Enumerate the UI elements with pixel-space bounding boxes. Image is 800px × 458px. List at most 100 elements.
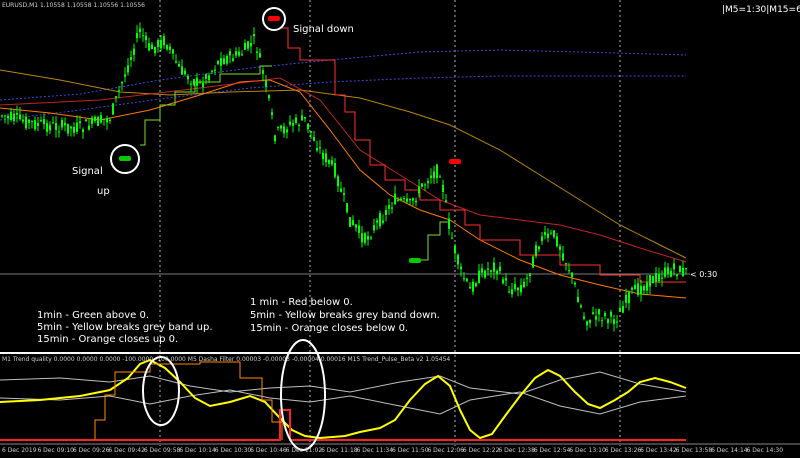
candle-body: [214, 69, 216, 71]
time-axis-label: 6 Dec 12:22: [463, 447, 500, 454]
candle-body: [628, 292, 630, 304]
candle-body: [40, 119, 42, 122]
candle-body: [118, 90, 120, 92]
candle-body: [658, 273, 660, 281]
time-axis-label: 6 Dec 10:46: [250, 447, 287, 454]
candle-body: [226, 56, 228, 64]
candle-body: [370, 237, 372, 239]
candle-body: [562, 253, 564, 261]
candle-body: [253, 34, 255, 37]
candle-body: [583, 316, 585, 319]
candle-body: [574, 282, 576, 285]
time-axis-label: 6 Dec 10:14: [179, 447, 216, 454]
candle-body: [634, 284, 636, 290]
moving-average-red-fast: [282, 27, 686, 283]
candle-body: [301, 115, 303, 121]
candle-body: [673, 263, 675, 270]
candle-body: [397, 200, 399, 202]
candle-body: [598, 309, 600, 315]
candle-body: [220, 58, 222, 66]
candle-body: [295, 117, 297, 123]
signal-up-label-2: up: [97, 186, 110, 197]
candle-body: [55, 122, 57, 130]
time-axis-label: 6 Dec 14:14: [711, 447, 748, 454]
candle-body: [73, 126, 75, 133]
candle-body: [406, 198, 408, 202]
candle-body: [667, 267, 669, 274]
candle-body: [49, 124, 51, 131]
candle-body: [580, 305, 582, 308]
signal-down-marker: [268, 16, 280, 21]
blue-band-upper: [0, 49, 687, 101]
candle-body: [16, 112, 18, 115]
candle-body: [328, 159, 330, 164]
candle-body: [85, 119, 87, 122]
candle-body: [619, 307, 621, 312]
candle-body: [529, 273, 531, 277]
candle-body: [316, 148, 318, 151]
candle-body: [577, 296, 579, 303]
candle-body: [46, 123, 48, 132]
candle-body: [343, 193, 345, 195]
candle-body: [211, 70, 213, 72]
candle-body: [334, 163, 336, 177]
candle-body: [439, 176, 441, 178]
candle-body: [565, 263, 567, 265]
candle-body: [625, 294, 627, 303]
indicator-label: M1 Trend quality 0.0000 0.0000 0.0000 -1…: [2, 356, 451, 363]
chart-canvas[interactable]: 6 Dec 2019 6 Dec 09:106 Dec 09:266 Dec 09…: [0, 0, 800, 454]
time-axis-label: 6 Dec 11:50: [392, 447, 429, 454]
candle-body: [103, 118, 105, 120]
candle-body: [502, 279, 504, 284]
candle-body: [37, 123, 39, 126]
candle-body: [685, 267, 687, 270]
candle-body: [400, 198, 402, 201]
candlesticks: [1, 22, 687, 332]
candle-body: [670, 270, 672, 277]
annotation-right-3: 15min - Orange closes below 0.: [250, 323, 409, 334]
candle-body: [283, 126, 285, 134]
candle-body: [43, 118, 45, 125]
candle-body: [217, 60, 219, 65]
candle-body: [280, 125, 282, 129]
candle-body: [100, 115, 102, 123]
candle-body: [70, 126, 72, 129]
candle-body: [349, 217, 351, 227]
candle-body: [115, 96, 117, 98]
candle-body: [67, 123, 69, 134]
candle-body: [133, 48, 135, 55]
time-axis-label: 6 Dec 09:10: [37, 447, 74, 454]
candle-body: [403, 198, 405, 200]
candle-body: [58, 131, 60, 133]
candle-body: [97, 116, 99, 127]
candle-body: [238, 51, 240, 56]
highlight-ellipse-up: [142, 356, 180, 426]
time-axis-label: 6 Dec 12:06: [427, 447, 464, 454]
candle-body: [373, 225, 375, 231]
candle-body: [466, 278, 468, 282]
candle-body: [442, 184, 444, 193]
candle-body: [241, 54, 243, 56]
candle-body: [394, 193, 396, 205]
candle-body: [631, 287, 633, 290]
candle-body: [409, 198, 411, 201]
annotation-right-1: 1 min - Red below 0.: [250, 297, 353, 308]
trading-chart[interactable]: 6 Dec 2019 6 Dec 09:10 6 Dec 09:26 6 Dec 09…: [0, 0, 800, 454]
candle-body: [364, 233, 366, 243]
candle-body: [64, 122, 66, 126]
candle-body: [208, 75, 210, 81]
candle-body: [514, 283, 516, 290]
time-axis-label: 6 Dec 09:42: [108, 447, 145, 454]
candle-body: [184, 70, 186, 75]
candle-body: [361, 233, 363, 243]
candle-body: [175, 61, 177, 63]
candle-body: [94, 116, 96, 121]
candle-body: [652, 276, 654, 284]
time-axis-label: 6 Dec 13:10: [569, 447, 606, 454]
moving-average-red-slow: [0, 77, 687, 263]
time-axis-label: 6 Dec 13:58: [676, 447, 713, 454]
candle-body: [436, 164, 438, 179]
timeframe-counter: |M5=1:30|M15=6:30: [722, 5, 800, 15]
candle-body: [589, 319, 591, 323]
candle-body: [649, 275, 651, 287]
